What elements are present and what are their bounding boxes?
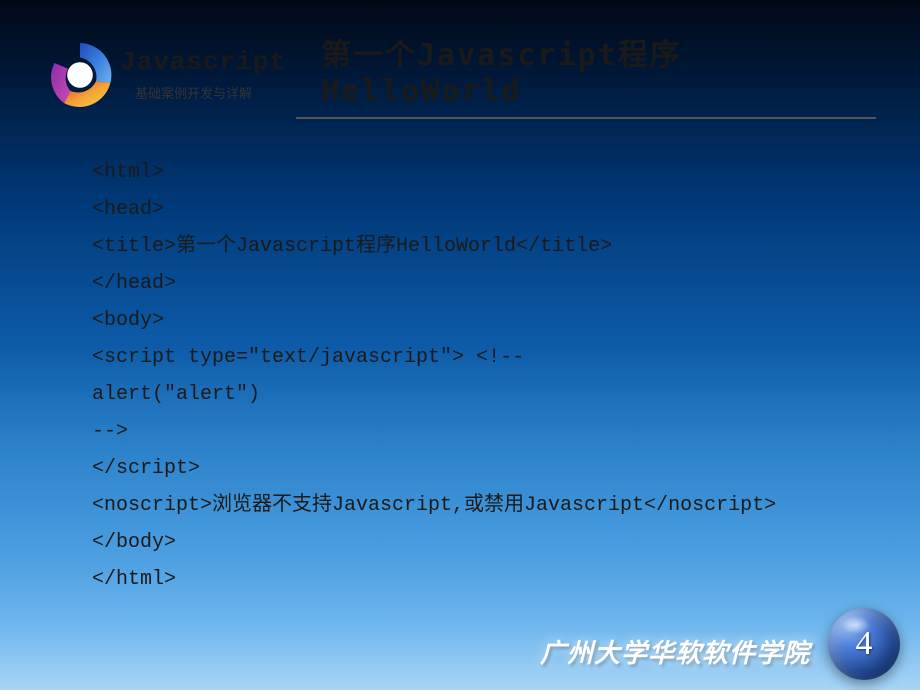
code-line: </body> <box>92 524 920 561</box>
code-line: <noscript>浏览器不支持Javascript,或禁用Javascript… <box>92 487 920 524</box>
code-block: <html> <head> <title>第一个Javascript程序Hell… <box>0 154 920 598</box>
code-line: </html> <box>92 561 920 598</box>
code-line: alert("alert") <box>92 376 920 413</box>
code-line: --> <box>92 413 920 450</box>
logo-subtitle: 基础案例开发与详解 <box>135 83 286 102</box>
header: Javascript 基础案例开发与详解 第一个Javascript程序Hell… <box>0 0 920 119</box>
code-line: </script> <box>92 450 920 487</box>
page-title: 第一个Javascript程序HelloWorld <box>321 30 880 109</box>
code-line: <title>第一个Javascript程序HelloWorld</title> <box>92 228 920 265</box>
title-underline <box>296 117 876 119</box>
page-number: 4 <box>856 625 873 663</box>
logo-section: Javascript 基础案例开发与详解 <box>40 35 286 115</box>
code-line: <head> <box>92 191 920 228</box>
code-line: <html> <box>92 154 920 191</box>
code-line: </head> <box>92 265 920 302</box>
title-section: 第一个Javascript程序HelloWorld <box>321 30 880 119</box>
logo-text-stack: Javascript 基础案例开发与详解 <box>120 47 286 102</box>
footer-institution: 广州大学华软软件学院 <box>540 633 810 670</box>
code-line: <body> <box>92 302 920 339</box>
logo-title: Javascript <box>120 47 286 77</box>
page-number-badge: 4 <box>828 608 900 680</box>
logo-icon <box>40 35 120 115</box>
code-line: <script type="text/javascript"> <!-- <box>92 339 920 376</box>
